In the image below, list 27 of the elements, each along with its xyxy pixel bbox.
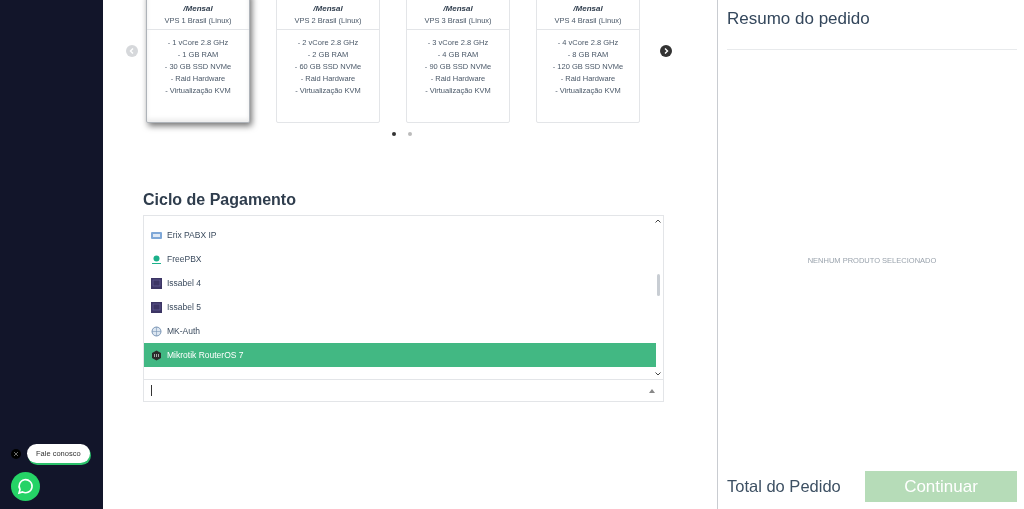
dropdown-option[interactable]: FreePBX — [144, 247, 656, 271]
dropdown-option[interactable]: Issabel 5 — [144, 295, 656, 319]
scrollbar-thumb[interactable] — [657, 274, 660, 296]
dropdown-option[interactable]: MK-Auth — [144, 319, 656, 343]
chat-icon[interactable] — [11, 472, 40, 501]
total-label: Total do Pedido — [727, 477, 841, 496]
tile-icon — [151, 301, 162, 313]
plan-period: /Mensal — [313, 3, 343, 15]
close-icon[interactable] — [11, 449, 21, 459]
plan-period: /Mensal — [573, 3, 603, 15]
plan-period: /Mensal — [183, 3, 213, 15]
section-title: Ciclo de Pagamento — [143, 191, 297, 209]
hexagon-icon — [151, 349, 162, 361]
leaf-icon — [151, 253, 162, 265]
scroll-down-icon[interactable] — [655, 372, 661, 376]
carousel-dot[interactable] — [392, 132, 396, 136]
summary-title: Resumo do pedido — [727, 9, 871, 29]
globe-icon — [151, 325, 162, 337]
dropdown-option[interactable]: Issabel 4 — [144, 271, 656, 295]
dropdown-option[interactable]: Erix PABX IP — [144, 223, 656, 247]
caret-icon[interactable] — [649, 388, 655, 393]
scroll-up-icon[interactable] — [655, 219, 661, 223]
plan-period: /Mensal — [443, 3, 473, 15]
tile-icon — [151, 277, 162, 289]
carousel-dot[interactable] — [408, 132, 412, 136]
next-icon[interactable] — [660, 45, 672, 57]
logo-icon — [151, 229, 162, 241]
